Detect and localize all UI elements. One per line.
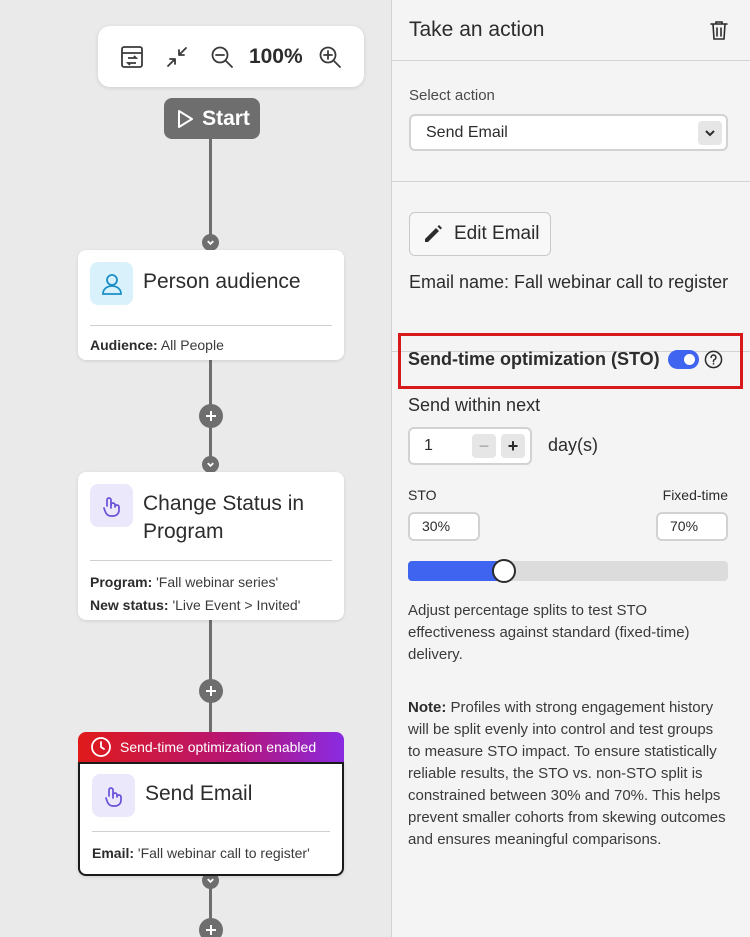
zoom-out-icon[interactable] [204, 39, 240, 75]
add-step-button[interactable] [199, 679, 223, 703]
sto-toggle[interactable] [668, 350, 699, 369]
person-icon [90, 262, 133, 305]
chevron-down-icon [698, 120, 722, 145]
slider-thumb[interactable] [492, 559, 516, 583]
panel-header: Take an action [392, 0, 750, 61]
email-section: Edit Email Email name: Fall webinar call… [392, 212, 750, 352]
days-unit-label: day(s) [548, 435, 599, 455]
panel-title: Take an action [409, 18, 545, 41]
node-change-status[interactable]: Change Status in Program Program: 'Fall … [78, 472, 344, 620]
select-action-label: Select action [409, 87, 495, 104]
pencil-icon [425, 225, 442, 242]
canvas-toolbar: 100% [98, 26, 364, 87]
node-meta: Email: 'Fall webinar call to register' [92, 845, 310, 861]
collapse-icon[interactable] [159, 39, 195, 75]
sto-split-label: STO [408, 487, 437, 503]
connector-line [209, 618, 212, 734]
days-stepper-value[interactable]: 1 [424, 437, 433, 455]
split-slider[interactable] [408, 559, 728, 583]
node-meta-program: Program: 'Fall webinar series' [90, 574, 279, 590]
sto-banner-text: Send-time optimization enabled [120, 739, 317, 755]
split-description: Adjust percentage splits to test STO eff… [408, 602, 690, 663]
add-step-button[interactable] [199, 404, 223, 428]
send-within-label: Send within next [408, 395, 541, 415]
node-meta-status: New status: 'Live Event > Invited' [90, 597, 301, 613]
sto-percent-field[interactable]: 30% [408, 512, 480, 541]
decrement-button[interactable]: − [472, 434, 496, 458]
trash-icon[interactable] [705, 16, 733, 44]
node-title: Change Status in Program [143, 492, 305, 543]
clock-icon [91, 737, 111, 757]
help-icon[interactable] [704, 350, 723, 369]
node-title: Person audience [143, 270, 301, 293]
flow-canvas: 100% Start Person audience Audience: All… [0, 0, 391, 937]
action-select[interactable]: Send Email [409, 114, 728, 151]
add-step-button[interactable] [199, 918, 223, 937]
node-title: Send Email [145, 782, 253, 805]
auto-layout-icon[interactable] [114, 39, 150, 75]
zoom-level: 100% [248, 44, 303, 68]
pointer-tap-icon [92, 774, 135, 817]
note-text: Note: Profiles with strong engagement hi… [408, 699, 726, 848]
fixed-time-percent-field[interactable]: 70% [656, 512, 728, 541]
node-send-email[interactable]: Send Email Email: 'Fall webinar call to … [78, 762, 344, 876]
select-action-section: Select action Send Email [392, 61, 750, 182]
start-label: Start [202, 106, 250, 130]
node-person-audience[interactable]: Person audience Audience: All People [78, 250, 344, 360]
slider-fill [408, 561, 504, 581]
action-select-value: Send Email [426, 123, 508, 141]
email-name: Email name: Fall webinar call to registe… [409, 272, 729, 292]
sto-enabled-banner: Send-time optimization enabled [78, 732, 344, 762]
chevron-down-icon [202, 456, 219, 473]
start-button[interactable]: Start [164, 98, 260, 139]
sto-title: Send-time optimization (STO) [408, 349, 660, 369]
zoom-in-icon[interactable] [312, 39, 348, 75]
days-stepper: 1 − + [408, 427, 532, 465]
pointer-tap-icon [90, 484, 133, 527]
increment-button[interactable]: + [501, 434, 525, 458]
edit-email-button[interactable]: Edit Email [409, 212, 551, 256]
fixed-time-label: Fixed-time [662, 487, 728, 503]
node-meta: Audience: All People [90, 337, 224, 353]
chevron-down-icon [202, 234, 219, 251]
